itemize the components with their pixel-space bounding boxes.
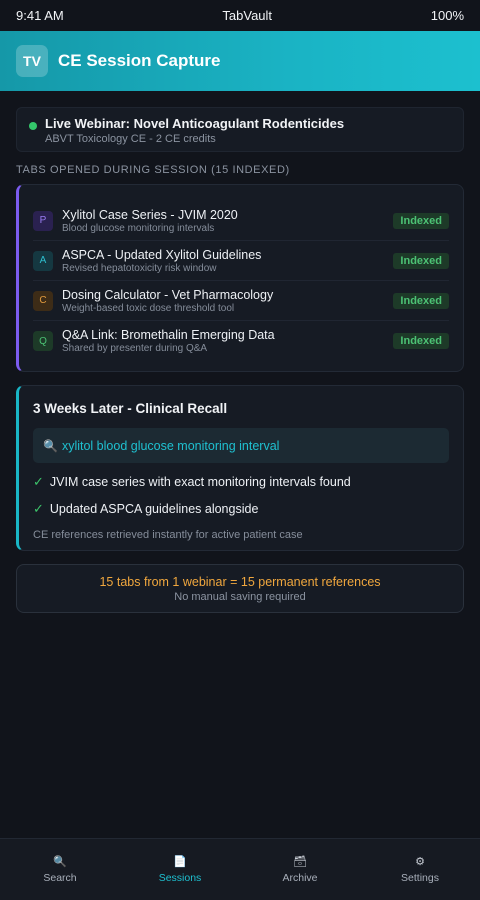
- status-time: 9:41 AM: [16, 8, 64, 23]
- recall-result-text: JVIM case series with exact monitoring i…: [49, 475, 351, 489]
- status-battery: 100%: [430, 8, 464, 23]
- tab-title: ASPCA - Updated Xylitol Guidelines: [62, 247, 262, 262]
- tabs-section-label: TABS OPENED DURING SESSION (15 INDEXED): [16, 164, 290, 176]
- tab-description: Revised hepatotoxicity risk window: [62, 262, 217, 274]
- tab-title: Xylitol Case Series - JVIM 2020: [62, 207, 238, 222]
- tab-source-icon: Q: [33, 331, 53, 351]
- status-app-name: TabVault: [222, 8, 273, 23]
- summary-sub-text: No manual saving required: [174, 591, 306, 603]
- tab-description: Shared by presenter during Q&A: [62, 343, 208, 354]
- summary-main-text: 15 tabs from 1 webinar = 15 permanent re…: [99, 575, 381, 589]
- webinar-title: Live Webinar: Novel Anticoagulant Rodent…: [45, 116, 345, 131]
- tab-source-icon: P: [33, 210, 53, 231]
- document-icon: 📄: [173, 856, 187, 868]
- nav-label: Search: [43, 872, 77, 884]
- recall-result: ✓ JVIM case series with exact monitoring…: [33, 474, 449, 490]
- app-header: TV CE Session Capture: [0, 31, 480, 91]
- tab-list-item[interactable]: P Xylitol Case Series - JVIM 2020 Blood …: [33, 201, 449, 241]
- nav-label: Sessions: [158, 872, 202, 884]
- app-logo: TV: [16, 45, 48, 77]
- nav-item-archive[interactable]: 🗃 Archive: [240, 839, 360, 900]
- recall-footnote: CE references retrieved instantly for ac…: [33, 529, 303, 541]
- tab-description: Weight-based toxic dose threshold tool: [62, 302, 235, 314]
- recall-search-query[interactable]: 🔍 xylitol blood glucose monitoring inter…: [33, 428, 449, 463]
- recall-title: 3 Weeks Later - Clinical Recall: [33, 401, 228, 416]
- search-icon: 🔍: [53, 856, 67, 868]
- tab-source-icon: C: [33, 290, 53, 311]
- nav-item-sessions[interactable]: 📄 Sessions: [120, 839, 240, 900]
- tab-title: Q&A Link: Bromethalin Emerging Data: [62, 328, 275, 342]
- tab-title: Dosing Calculator - Vet Pharmacology: [62, 287, 274, 302]
- page-title: CE Session Capture: [58, 51, 221, 70]
- nav-label: Settings: [401, 872, 439, 884]
- summary-card: 15 tabs from 1 webinar = 15 permanent re…: [16, 564, 464, 613]
- indexed-badge: Indexed: [393, 252, 449, 269]
- checkmark-icon: ✓: [33, 474, 44, 489]
- gear-icon: ⚙: [415, 856, 425, 868]
- magnifier-icon: 🔍: [43, 438, 58, 453]
- tab-description: Blood glucose monitoring intervals: [62, 222, 215, 234]
- status-bar: 9:41 AM TabVault 100%: [0, 0, 480, 31]
- indexed-badge: Indexed: [393, 333, 449, 349]
- tab-list-item[interactable]: C Dosing Calculator - Vet Pharmacology W…: [33, 281, 449, 321]
- main-content: Live Webinar: Novel Anticoagulant Rodent…: [0, 91, 480, 613]
- indexed-badge: Indexed: [393, 292, 449, 309]
- tabs-card: P Xylitol Case Series - JVIM 2020 Blood …: [16, 184, 464, 372]
- recall-card: 3 Weeks Later - Clinical Recall 🔍 xylito…: [16, 385, 464, 551]
- webinar-subtitle: ABVT Toxicology CE - 2 CE credits: [45, 133, 216, 145]
- archive-icon: 🗃: [293, 856, 307, 868]
- checkmark-icon: ✓: [33, 501, 44, 516]
- webinar-card[interactable]: Live Webinar: Novel Anticoagulant Rodent…: [16, 107, 464, 152]
- search-query-text: xylitol blood glucose monitoring interva…: [61, 438, 280, 453]
- nav-label: Archive: [282, 872, 318, 884]
- recall-result: ✓ Updated ASPCA guidelines alongside: [33, 501, 449, 517]
- live-status-dot: [29, 122, 37, 130]
- nav-item-settings[interactable]: ⚙ Settings: [360, 839, 480, 900]
- indexed-badge: Indexed: [393, 212, 449, 229]
- tab-list-item[interactable]: Q Q&A Link: Bromethalin Emerging Data Sh…: [33, 321, 449, 361]
- tab-list-item[interactable]: A ASPCA - Updated Xylitol Guidelines Rev…: [33, 241, 449, 281]
- nav-item-search[interactable]: 🔍 Search: [0, 839, 120, 900]
- tab-source-icon: A: [33, 250, 53, 271]
- bottom-nav: 🔍 Search 📄 Sessions 🗃 Archive ⚙ Settings: [0, 838, 480, 900]
- recall-result-text: Updated ASPCA guidelines alongside: [49, 502, 259, 516]
